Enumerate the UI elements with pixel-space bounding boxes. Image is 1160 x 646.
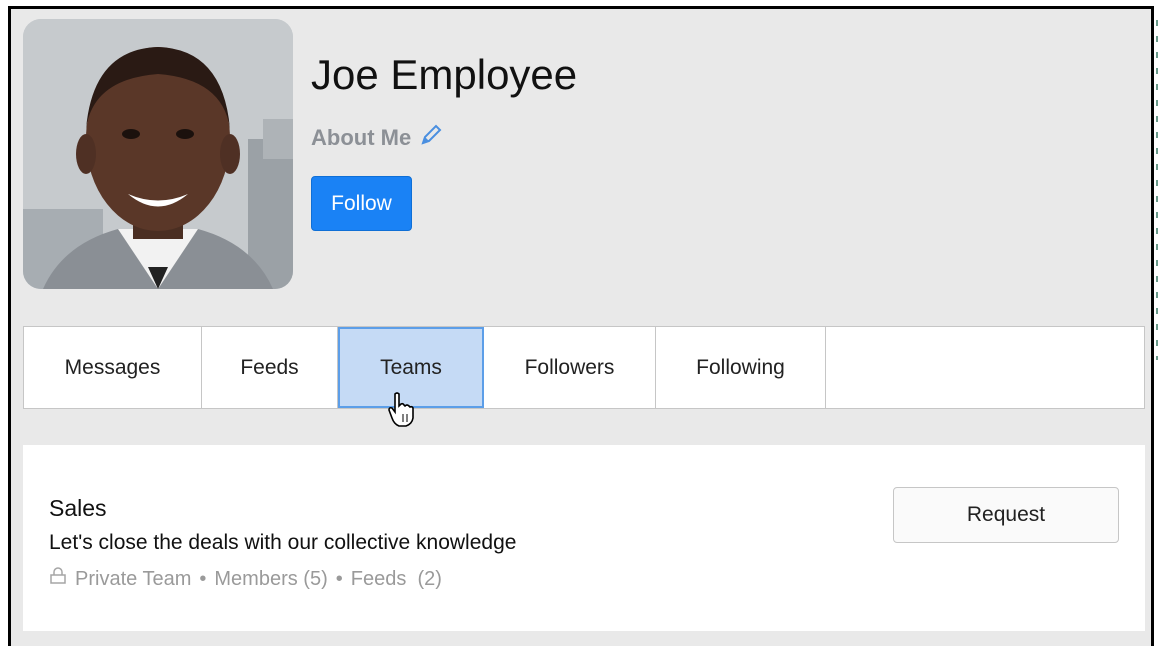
avatar [23, 19, 293, 289]
tab-feeds[interactable]: Feeds [202, 327, 338, 408]
side-edge-marks [1154, 20, 1160, 360]
tab-followers[interactable]: Followers [484, 327, 656, 408]
lock-icon [49, 567, 67, 591]
team-name: Sales [49, 495, 107, 521]
team-card: Sales Let's close the deals with our col… [23, 445, 1145, 631]
profile-window: Joe Employee About Me Follow Messages Fe… [8, 6, 1154, 646]
about-me-label: About Me [311, 125, 412, 150]
team-privacy: Private Team [75, 567, 192, 590]
separator-dot: • [199, 567, 207, 590]
hand-pointer-icon [386, 392, 416, 428]
team-meta: Private Team • Members (5) • Feeds (2) [49, 567, 442, 591]
profile-name: Joe Employee [311, 51, 578, 98]
separator-dot: • [335, 567, 343, 590]
pencil-icon[interactable] [419, 123, 443, 153]
team-feeds-link[interactable]: Feeds (2) [351, 568, 442, 591]
about-me-link[interactable]: About Me [311, 123, 443, 153]
team-members-link[interactable]: Members (5) [214, 568, 327, 591]
follow-button[interactable]: Follow [311, 176, 412, 231]
request-button[interactable]: Request [893, 487, 1119, 543]
profile-tabs: Messages Feeds Teams Followers Following [23, 326, 1145, 409]
tab-following[interactable]: Following [656, 327, 826, 408]
team-description: Let's close the deals with our collectiv… [49, 531, 517, 554]
tab-messages[interactable]: Messages [24, 327, 202, 408]
